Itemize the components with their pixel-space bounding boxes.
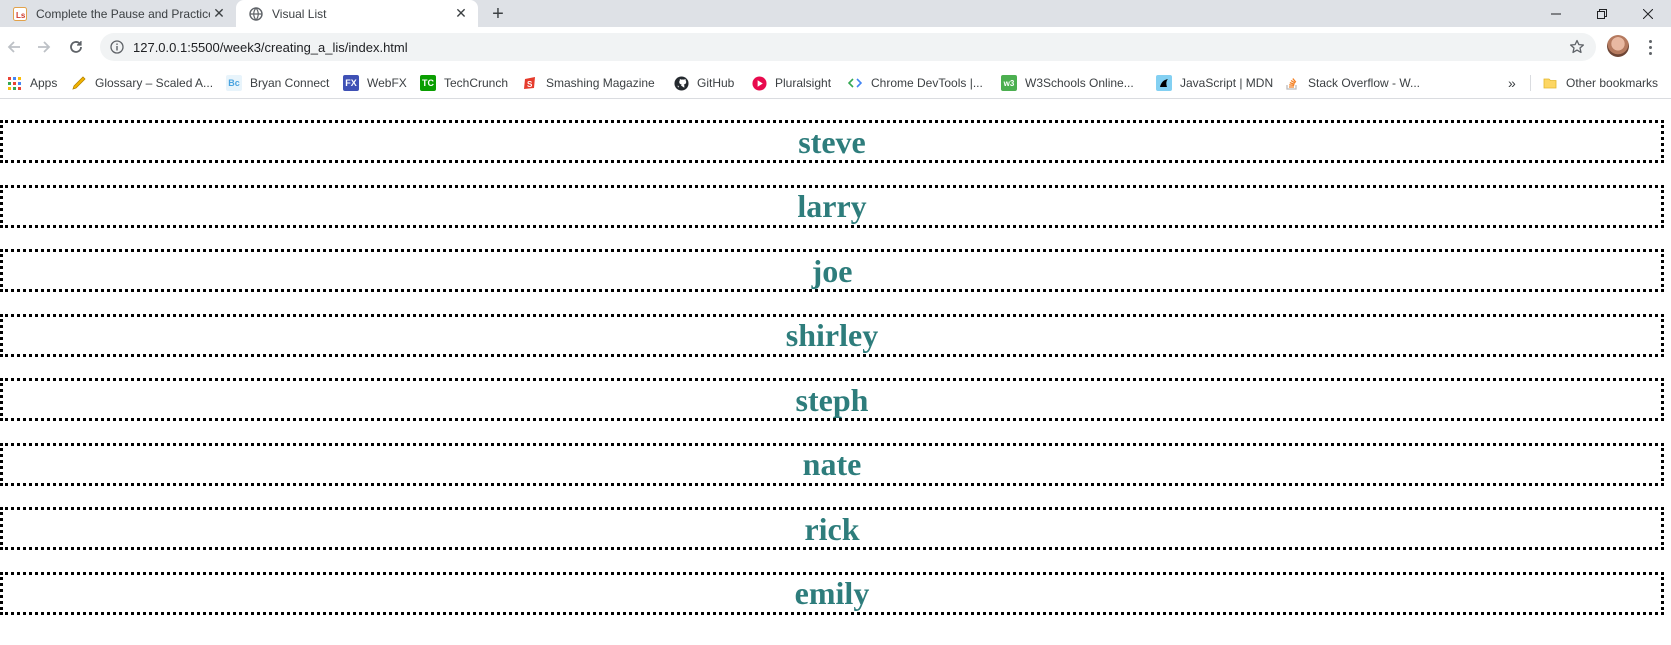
bookmarks-overflow-chevron-icon[interactable]: » — [1508, 75, 1516, 91]
bookmark-label: JavaScript | MDN — [1180, 76, 1274, 90]
tc-icon: TC — [420, 75, 436, 91]
tab-visual-list[interactable]: Visual List ✕ — [236, 0, 478, 27]
bookmark-label: TechCrunch — [444, 76, 509, 90]
profile-avatar[interactable] — [1607, 35, 1629, 57]
apps-grid-icon — [6, 75, 22, 91]
bookmark-w3schools[interactable]: w3 W3Schools Online... — [1001, 75, 1134, 91]
bookmark-label: W3Schools Online... — [1025, 76, 1134, 90]
address-bar[interactable]: 127.0.0.1:5500/week3/creating_a_lis/inde… — [100, 33, 1596, 61]
back-button[interactable] — [2, 35, 26, 59]
bookmark-stack-overflow[interactable]: Stack Overflow - W... — [1284, 75, 1420, 91]
bookmark-chrome-devtools[interactable]: Chrome DevTools |... — [847, 75, 983, 91]
close-window-button[interactable] — [1625, 0, 1671, 27]
bookmark-techcrunch[interactable]: TC TechCrunch — [420, 75, 508, 91]
list-item: steph — [0, 378, 1664, 421]
back-arrow-icon — [7, 41, 20, 53]
forward-arrow-icon — [38, 41, 51, 53]
close-tab-icon[interactable]: ✕ — [210, 5, 228, 23]
bookmark-star-icon[interactable] — [1568, 38, 1586, 56]
globe-icon — [248, 6, 264, 22]
bookmark-smashing-magazine[interactable]: S Smashing Magazine — [522, 75, 655, 91]
bookmark-pluralsight[interactable]: Pluralsight — [751, 75, 831, 91]
list-item: joe — [0, 249, 1664, 292]
bookmark-apps[interactable]: Apps — [6, 75, 57, 91]
github-icon — [673, 75, 689, 91]
minimize-button[interactable] — [1533, 0, 1579, 27]
close-tab-icon[interactable]: ✕ — [452, 5, 470, 23]
list-item: steve — [0, 120, 1664, 163]
new-tab-button[interactable]: + — [487, 3, 509, 25]
bc-icon: Bc — [226, 75, 242, 91]
bookmark-label: Glossary – Scaled A... — [95, 76, 214, 90]
mdn-icon — [1156, 75, 1172, 91]
bookmark-github[interactable]: GitHub — [673, 75, 734, 91]
pencil-icon — [71, 75, 87, 91]
bookmark-webfx[interactable]: FX WebFX — [343, 75, 407, 91]
w3schools-icon: w3 — [1001, 75, 1017, 91]
svg-text:S: S — [527, 80, 533, 89]
bookmark-label: Apps — [30, 76, 58, 90]
list-item: shirley — [0, 313, 1664, 357]
tab-strip: Ls Complete the Pause and Practice ✕ Vis… — [0, 0, 1671, 27]
lambda-school-icon: Ls — [12, 6, 28, 22]
browser-toolbar: 127.0.0.1:5500/week3/creating_a_lis/inde… — [0, 27, 1671, 67]
smashing-icon: S — [522, 75, 538, 91]
bookmark-label: GitHub — [697, 76, 735, 90]
info-icon[interactable] — [109, 39, 125, 55]
reload-icon — [70, 41, 82, 53]
bookmark-label: Pluralsight — [775, 76, 832, 90]
bookmark-label: Stack Overflow - W... — [1308, 76, 1421, 90]
svg-text:Ls: Ls — [16, 11, 26, 20]
bookmark-label: Other bookmarks — [1566, 76, 1659, 90]
tab-title: Complete the Pause and Practice — [36, 6, 210, 21]
page-content: steve larry joe shirley steph nate rick … — [0, 99, 1671, 645]
tab-complete-pause-practice[interactable]: Ls Complete the Pause and Practice ✕ — [0, 0, 236, 27]
bookmark-label: Bryan Connect — [250, 76, 330, 90]
forward-button[interactable] — [32, 35, 56, 59]
bookmark-bryan-connect[interactable]: Bc Bryan Connect — [226, 75, 329, 91]
reload-button[interactable] — [64, 35, 88, 59]
menu-icon[interactable] — [1640, 35, 1660, 59]
bookmark-mdn[interactable]: JavaScript | MDN — [1156, 75, 1273, 91]
folder-icon — [1542, 75, 1558, 91]
tab-title: Visual List — [272, 6, 327, 21]
bookmark-other-bookmarks[interactable]: Other bookmarks — [1542, 75, 1658, 91]
restore-button[interactable] — [1579, 0, 1625, 27]
url-text[interactable]: 127.0.0.1:5500/week3/creating_a_lis/inde… — [133, 40, 408, 55]
list-item: larry — [0, 184, 1664, 228]
devtools-icon — [847, 75, 863, 91]
bookmarks-bar: Apps Glossary – Scaled A... Bc Bryan Con… — [0, 67, 1671, 99]
bookmark-label: WebFX — [367, 76, 407, 90]
fx-icon: FX — [343, 75, 359, 91]
list-item: nate — [0, 442, 1664, 486]
bookmarks-divider — [1530, 75, 1531, 91]
bookmark-label: Chrome DevTools |... — [871, 76, 983, 90]
list-item: rick — [0, 507, 1664, 550]
bookmark-label: Smashing Magazine — [546, 76, 655, 90]
stackoverflow-icon — [1284, 75, 1300, 91]
name-list: steve larry joe shirley steph nate rick … — [0, 120, 1664, 636]
list-item: emily — [0, 571, 1664, 615]
pluralsight-icon — [751, 75, 767, 91]
bookmark-glossary[interactable]: Glossary – Scaled A... — [71, 75, 213, 91]
